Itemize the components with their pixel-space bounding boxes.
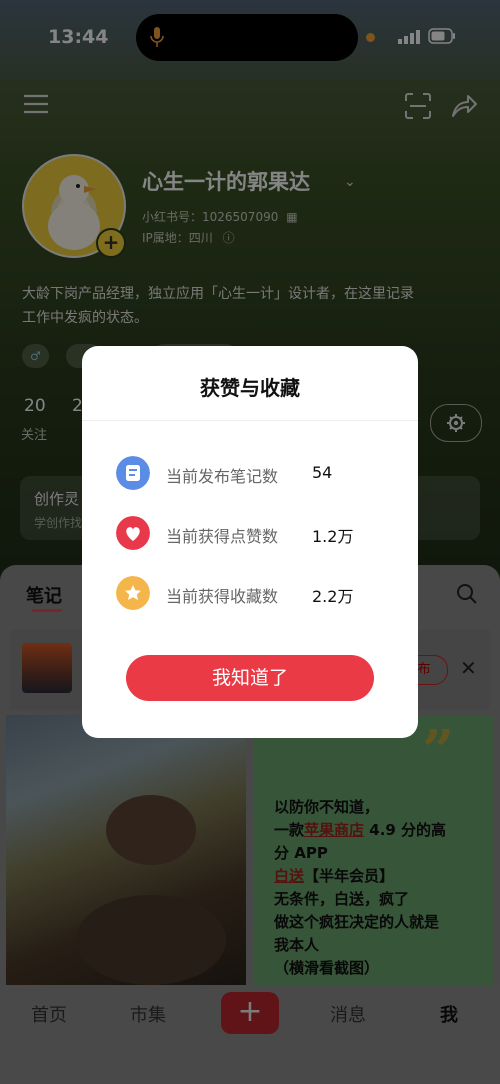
collections-count-value: 2.2万 [312,587,354,606]
notes-count-label: 当前发布笔记数 [166,467,279,486]
note-icon [116,456,150,490]
likes-count-label: 当前获得点赞数 [166,527,279,546]
got-it-button[interactable]: 我知道了 [126,655,374,701]
star-icon [116,576,150,610]
heart-icon [116,516,150,550]
dialog-divider [82,420,418,421]
notes-count-value: 54 [312,463,333,482]
dialog-title: 获赞与收藏 [200,376,300,400]
collections-count-label: 当前获得收藏数 [166,587,279,606]
likes-and-collections-dialog: 获赞与收藏 当前发布笔记数 54 当前获得点赞数 1.2万 当前获得收藏数 2.… [82,346,418,738]
likes-count-value: 1.2万 [312,527,354,546]
